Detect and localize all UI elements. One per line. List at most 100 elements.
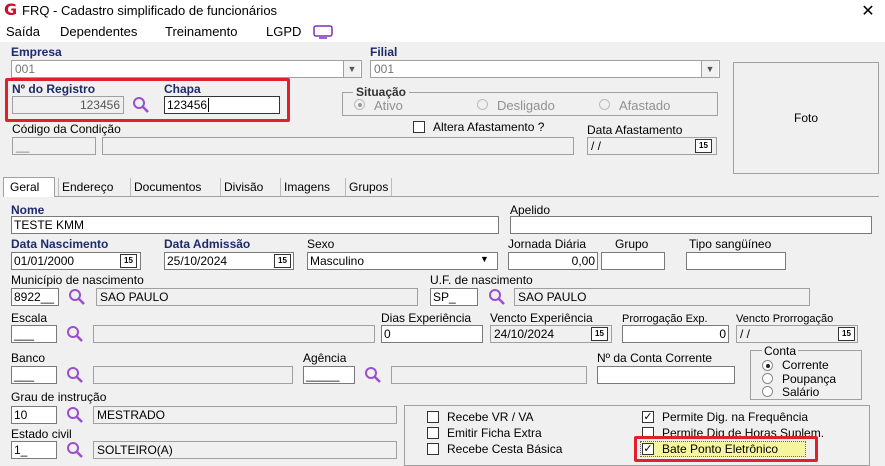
filial-value: 001 xyxy=(374,62,395,76)
app-logo-icon: G xyxy=(4,0,18,19)
grupo-label: Grupo xyxy=(615,237,649,251)
dias-experiencia-input[interactable]: 0 xyxy=(381,325,483,343)
calendar-icon[interactable]: 15 xyxy=(274,254,291,268)
chapa-input[interactable]: 123456 xyxy=(164,96,280,114)
permite-frequencia-checkbox[interactable]: ✓ xyxy=(642,411,654,423)
nome-input[interactable]: TESTE KMM xyxy=(11,216,499,234)
chapa-value: 123456 xyxy=(167,98,208,112)
monitor-icon[interactable] xyxy=(313,25,333,39)
registro-label: Nº do Registro xyxy=(12,82,96,96)
situacao-label: Situação xyxy=(353,85,410,99)
chevron-down-icon[interactable]: ▼ xyxy=(343,61,360,77)
codigo-condicao-desc xyxy=(102,137,574,155)
emitir-ficha-label: Emitir Ficha Extra xyxy=(447,426,542,440)
conta-salario-label: Salário xyxy=(782,385,820,399)
situacao-afastado-label: Afastado xyxy=(619,98,671,113)
grau-instrucao-desc: MESTRADO xyxy=(93,406,397,424)
registro-field[interactable]: 123456 xyxy=(12,96,124,114)
uf-code-input[interactable]: SP_ xyxy=(430,288,478,306)
uf-label: U.F. de nascimento xyxy=(430,273,533,287)
conta-poupanca-radio[interactable] xyxy=(762,373,773,384)
altera-afastamento-checkbox[interactable] xyxy=(413,121,425,133)
bate-ponto-checkbox[interactable]: ✓ xyxy=(642,443,654,455)
menu-saida[interactable]: Saída xyxy=(6,24,40,39)
empresa-combo[interactable]: 001 xyxy=(11,60,362,78)
search-icon[interactable] xyxy=(66,441,84,459)
tipo-sanguineo-label: Tipo sangüíneo xyxy=(689,237,772,251)
cesta-basica-checkbox[interactable] xyxy=(427,443,439,455)
escala-code-input[interactable]: ___ xyxy=(11,325,57,343)
conta-corrente-radio[interactable] xyxy=(762,360,773,371)
calendar-icon[interactable]: 15 xyxy=(120,254,137,268)
data-afastamento-value: / / xyxy=(591,139,602,153)
sexo-value: Masculino xyxy=(310,254,365,268)
tab-grupos[interactable]: Grupos xyxy=(345,178,393,196)
conta-salario-radio[interactable] xyxy=(762,386,773,397)
tab-documentos[interactable]: Documentos xyxy=(130,178,204,196)
tab-imagens[interactable]: Imagens xyxy=(280,178,333,196)
banco-desc xyxy=(93,366,293,384)
municipio-label: Município de nascimento xyxy=(11,273,144,287)
estado-civil-code-input[interactable]: 1_ xyxy=(11,441,57,459)
filial-label: Filial xyxy=(370,45,398,59)
search-icon[interactable] xyxy=(488,288,506,306)
banco-code-input[interactable]: ___ xyxy=(11,366,57,384)
nome-label: Nome xyxy=(11,203,45,217)
grau-instrucao-code-input[interactable]: 10 xyxy=(11,406,57,424)
menu-dependentes[interactable]: Dependentes xyxy=(60,24,137,39)
situacao-ativo-label: Ativo xyxy=(374,98,403,113)
situacao-desligado-radio[interactable] xyxy=(477,99,488,110)
tab-geral[interactable]: Geral xyxy=(7,178,42,196)
chevron-down-icon[interactable]: ▼ xyxy=(701,61,718,77)
recebe-vr-checkbox[interactable] xyxy=(427,411,439,423)
situacao-ativo-radio[interactable] xyxy=(354,99,365,110)
tipo-sanguineo-input[interactable] xyxy=(686,252,786,270)
grupo-input[interactable] xyxy=(601,252,665,270)
conta-input[interactable] xyxy=(597,366,735,384)
escala-label: Escala xyxy=(11,311,48,325)
calendar-icon[interactable]: 15 xyxy=(838,327,855,341)
codigo-condicao-label: Código da Condição xyxy=(12,122,121,136)
search-icon[interactable] xyxy=(132,96,150,114)
conta-label: Nº da Conta Corrente xyxy=(597,351,713,365)
search-icon[interactable] xyxy=(68,288,86,306)
conta-corrente-label: Corrente xyxy=(782,358,829,372)
chevron-down-icon[interactable]: ▼ xyxy=(480,254,489,264)
jornada-input[interactable]: 0,00 xyxy=(508,252,598,270)
recebe-vr-label: Recebe VR / VA xyxy=(447,410,534,424)
empresa-label: Empresa xyxy=(11,45,62,59)
filial-combo[interactable]: 001 xyxy=(370,60,720,78)
agencia-desc xyxy=(391,366,587,384)
search-icon[interactable] xyxy=(364,366,382,384)
tab-endereco[interactable]: Endereço xyxy=(58,178,116,196)
emitir-ficha-checkbox[interactable] xyxy=(427,427,439,439)
foto-label: Foto xyxy=(793,111,818,125)
banco-label: Banco xyxy=(11,351,46,365)
codigo-condicao-field[interactable]: __ xyxy=(12,137,96,155)
estado-civil-label: Estado civil xyxy=(11,427,72,441)
agencia-code-input[interactable]: _____ xyxy=(303,366,355,384)
conta-poupanca-label: Poupança xyxy=(782,372,837,386)
tab-divisao[interactable]: Divisão xyxy=(220,178,266,196)
situacao-afastado-radio[interactable] xyxy=(599,99,610,110)
apelido-input[interactable] xyxy=(510,216,872,234)
cesta-basica-label: Recebe Cesta Básica xyxy=(447,442,563,456)
search-icon[interactable] xyxy=(66,325,84,343)
foto-panel[interactable]: Foto xyxy=(733,62,879,174)
bate-ponto-label: Bate Ponto Eletrônico xyxy=(662,442,779,456)
menu-lgpd[interactable]: LGPD xyxy=(266,24,301,39)
apelido-label: Apelido xyxy=(510,203,551,217)
grau-instrucao-label: Grau de instrução xyxy=(11,390,107,404)
data-admissao-value: 25/10/2024 xyxy=(167,254,228,268)
menu-treinamento[interactable]: Treinamento xyxy=(165,24,238,39)
close-icon[interactable]: ✕ xyxy=(858,1,878,21)
calendar-icon[interactable]: 15 xyxy=(695,139,712,153)
municipio-code-input[interactable]: 8922__ xyxy=(11,288,59,306)
search-icon[interactable] xyxy=(66,366,84,384)
data-nascimento-label: Data Nascimento xyxy=(11,237,109,251)
uf-desc: SAO PAULO xyxy=(514,288,810,306)
search-icon[interactable] xyxy=(66,406,84,424)
prorrogacao-exp-input[interactable]: 0 xyxy=(622,325,729,343)
sexo-select[interactable]: Masculino xyxy=(307,252,498,270)
calendar-icon[interactable]: 15 xyxy=(591,327,608,341)
